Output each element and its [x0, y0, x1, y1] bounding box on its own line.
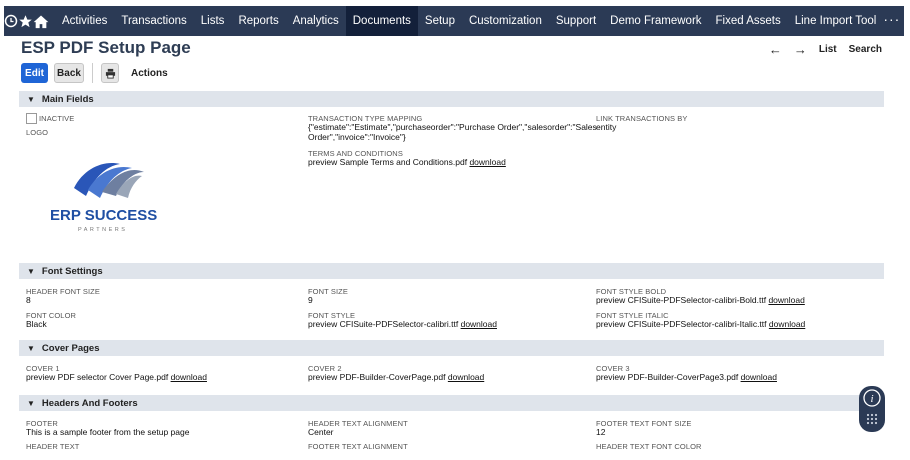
- nav-item-demo-framework[interactable]: Demo Framework: [603, 6, 708, 36]
- font-size-label: FONT SIZE: [308, 287, 348, 296]
- header-font-size-label: HEADER FONT SIZE: [26, 287, 100, 296]
- terms-download-link[interactable]: download: [469, 157, 505, 167]
- list-link[interactable]: List: [819, 44, 837, 55]
- section-title: Headers And Footers: [41, 397, 138, 409]
- chevron-down-icon: ▼: [27, 343, 35, 353]
- section-headers-footers[interactable]: ▼ Headers And Footers: [19, 395, 884, 411]
- font-italic-value: preview CFISuite-PDFSelector-calibri-Ita…: [596, 319, 805, 330]
- font-style-preview-link[interactable]: preview CFISuite-PDFSelector-calibri.ttf: [308, 319, 458, 329]
- inactive-checkbox[interactable]: [26, 113, 37, 124]
- back-button[interactable]: Back: [54, 63, 84, 83]
- section-title: Font Settings: [41, 265, 103, 277]
- button-bar: Edit Back Actions: [21, 63, 168, 83]
- cover-1-download-link[interactable]: download: [171, 372, 207, 382]
- terms-preview-link[interactable]: preview Sample Terms and Conditions.pdf: [308, 157, 467, 167]
- font-color-value: Black: [26, 319, 47, 329]
- star-icon[interactable]: [18, 6, 33, 36]
- section-main-fields[interactable]: ▼ Main Fields: [19, 91, 884, 107]
- company-logo: ERP SUCCESS PARTNERS: [40, 150, 170, 240]
- chevron-down-icon: ▼: [27, 266, 35, 276]
- nav-item-activities[interactable]: Activities: [55, 6, 114, 36]
- logo-subtitle: PARTNERS: [78, 227, 127, 233]
- font-bold-preview-link[interactable]: preview CFISuite-PDFSelector-calibri-Bol…: [596, 295, 766, 305]
- next-record-arrow-icon[interactable]: →: [794, 42, 807, 57]
- info-icon: i: [863, 389, 881, 407]
- link-transactions-value: entity: [596, 122, 617, 132]
- grid-icon: [866, 413, 878, 425]
- search-link[interactable]: Search: [849, 44, 882, 55]
- previous-record-arrow-icon[interactable]: ←: [769, 42, 782, 57]
- font-bold-value: preview CFISuite-PDFSelector-calibri-Bol…: [596, 295, 805, 306]
- footer-font-size-value: 12: [596, 427, 606, 437]
- font-bold-download-link[interactable]: download: [768, 295, 804, 305]
- font-style-download-link[interactable]: download: [461, 319, 497, 329]
- nav-item-setup[interactable]: Setup: [418, 6, 462, 36]
- header-font-size-value: 8: [26, 295, 31, 305]
- home-icon[interactable]: [33, 6, 49, 36]
- section-cover-pages[interactable]: ▼ Cover Pages: [19, 340, 884, 356]
- cover-1-preview-link[interactable]: preview PDF selector Cover Page.pdf: [26, 372, 168, 382]
- footer-text-alignment-label: FOOTER TEXT ALIGNMENT: [308, 442, 408, 451]
- header-text-font-color-label: HEADER TEXT FONT COLOR: [596, 442, 702, 451]
- logo-label: LOGO: [26, 128, 49, 137]
- svg-text:i: i: [870, 393, 873, 405]
- section-title: Cover Pages: [41, 342, 100, 354]
- terms-value: preview Sample Terms and Conditions.pdf …: [308, 157, 506, 168]
- section-title: Main Fields: [41, 93, 94, 105]
- chevron-down-icon: ▼: [27, 94, 35, 104]
- cover-3-preview-link[interactable]: preview PDF-Builder-CoverPage3.pdf: [596, 372, 738, 382]
- nav-item-documents[interactable]: Documents: [345, 6, 418, 36]
- header-text-alignment-value: Center: [308, 427, 334, 437]
- nav-menu: Activities Transactions Lists Reports Analyt…: [55, 6, 883, 36]
- cover-2-preview-link[interactable]: preview PDF-Builder-CoverPage.pdf: [308, 372, 445, 382]
- nav-item-lists[interactable]: Lists: [194, 6, 232, 36]
- recent-records-icon[interactable]: [4, 6, 18, 36]
- font-italic-download-link[interactable]: download: [769, 319, 805, 329]
- cover-3-value: preview PDF-Builder-CoverPage3.pdf downl…: [596, 372, 777, 383]
- cover-2-download-link[interactable]: download: [448, 372, 484, 382]
- nav-item-line-import-tool[interactable]: Line Import Tool: [788, 6, 884, 36]
- nav-item-transactions[interactable]: Transactions: [114, 6, 193, 36]
- section-font-settings[interactable]: ▼ Font Settings: [19, 263, 884, 279]
- actions-menu[interactable]: Actions: [131, 68, 168, 79]
- cover-1-value: preview PDF selector Cover Page.pdf down…: [26, 372, 207, 383]
- mapping-value-line-2: Order","invoice":"Invoice"}: [308, 132, 406, 142]
- nav-item-customization[interactable]: Customization: [462, 6, 549, 36]
- cover-2-value: preview PDF-Builder-CoverPage.pdf downlo…: [308, 372, 484, 383]
- toolbar-divider: [92, 63, 93, 83]
- nav-item-support[interactable]: Support: [549, 6, 603, 36]
- font-italic-preview-link[interactable]: preview CFISuite-PDFSelector-calibri-Ita…: [596, 319, 767, 329]
- nav-item-analytics[interactable]: Analytics: [286, 6, 346, 36]
- top-nav: Activities Transactions Lists Reports Analyt…: [4, 6, 904, 36]
- cover-3-download-link[interactable]: download: [741, 372, 777, 382]
- header-text-label: HEADER TEXT: [26, 442, 80, 451]
- print-icon: [105, 68, 115, 79]
- chevron-down-icon: ▼: [27, 398, 35, 408]
- footer-font-size-label: FOOTER TEXT FONT SIZE: [596, 419, 692, 428]
- nav-item-reports[interactable]: Reports: [231, 6, 285, 36]
- print-button[interactable]: [101, 63, 119, 83]
- footer-value: This is a sample footer from the setup p…: [26, 427, 190, 437]
- inactive-label: INACTIVE: [39, 114, 75, 123]
- edit-button[interactable]: Edit: [21, 63, 48, 83]
- font-style-value: preview CFISuite-PDFSelector-calibri.ttf…: [308, 319, 497, 330]
- more-menu-icon[interactable]: ···: [883, 11, 910, 31]
- record-navigation: ← → List Search: [769, 42, 882, 57]
- logo-wordmark: ERP SUCCESS: [50, 207, 157, 224]
- page-title: ESP PDF Setup Page: [21, 38, 191, 57]
- nav-item-fixed-assets[interactable]: Fixed Assets: [709, 6, 788, 36]
- font-size-value: 9: [308, 295, 313, 305]
- help-widget[interactable]: i: [859, 386, 885, 432]
